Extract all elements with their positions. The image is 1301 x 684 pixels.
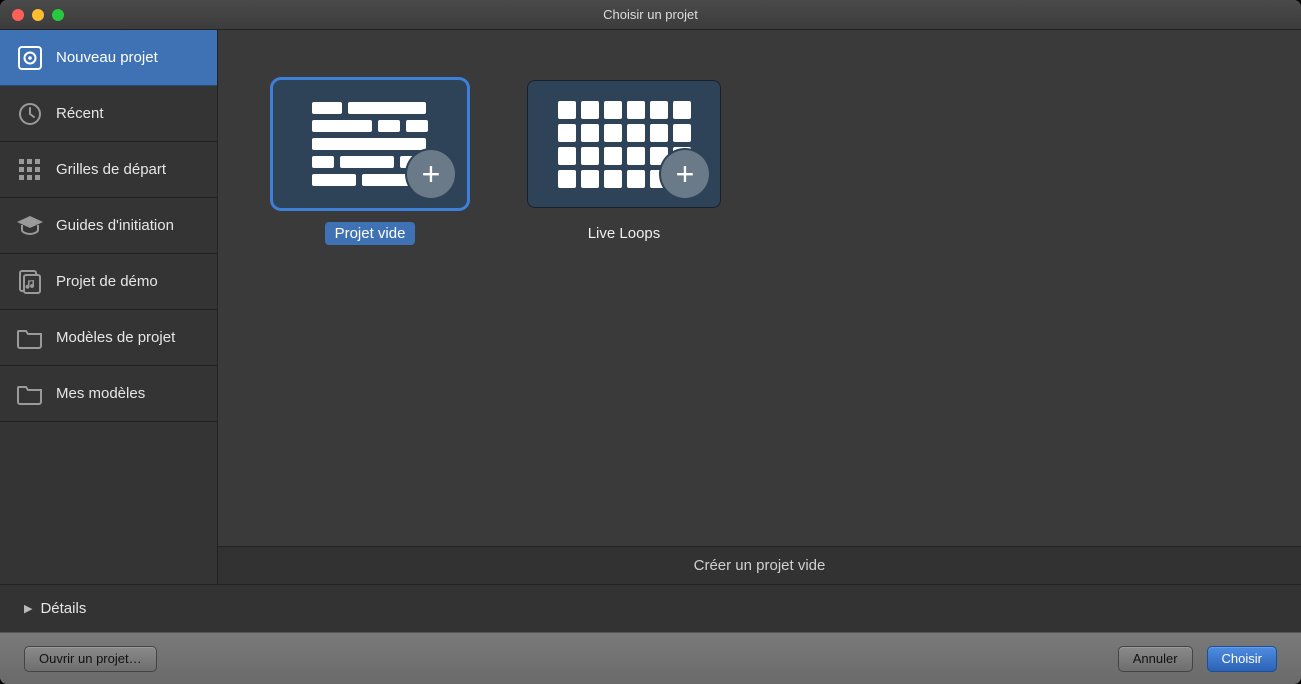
sidebar-item-label: Nouveau projet [56,49,158,66]
folder-icon [16,324,44,352]
sidebar-item-label: Projet de démo [56,273,158,290]
template-list: + Projet vide + Live Loops [218,30,1301,546]
cancel-button[interactable]: Annuler [1118,646,1193,672]
details-label: Détails [40,600,86,617]
clock-icon [16,100,44,128]
grid-icon [16,156,44,184]
graduation-cap-icon [16,212,44,240]
template-thumbnail: + [273,80,467,208]
sidebar: Nouveau projet Récent Grilles de départ [0,30,218,584]
titlebar: Choisir un projet [0,0,1301,30]
footer: Ouvrir un projet… Annuler Choisir [0,632,1301,684]
choose-button[interactable]: Choisir [1207,646,1277,672]
window-title: Choisir un projet [0,7,1301,22]
sidebar-item-label: Guides d'initiation [56,217,174,234]
plus-icon: + [661,150,709,198]
template-label: Projet vide [325,222,416,245]
sidebar-item-label: Mes modèles [56,385,145,402]
sidebar-item-demo-project[interactable]: Projet de démo [0,254,217,310]
main-area: + Projet vide + Live Loops [218,30,1301,584]
project-chooser-window: Choisir un projet Nouveau projet Récent [0,0,1301,684]
template-live-loops[interactable]: + Live Loops [527,80,721,245]
sidebar-item-label: Modèles de projet [56,329,175,346]
sidebar-item-starter-grids[interactable]: Grilles de départ [0,142,217,198]
plus-icon: + [407,150,455,198]
music-doc-icon [16,268,44,296]
sidebar-item-my-templates[interactable]: Mes modèles [0,366,217,422]
details-disclosure[interactable]: ▶ Détails [0,584,1301,632]
template-label: Live Loops [578,222,671,245]
sidebar-item-project-templates[interactable]: Modèles de projet [0,310,217,366]
template-description: Créer un projet vide [218,546,1301,584]
disk-icon [16,44,44,72]
folder-icon [16,380,44,408]
open-project-button[interactable]: Ouvrir un projet… [24,646,157,672]
sidebar-item-tutorials[interactable]: Guides d'initiation [0,198,217,254]
sidebar-item-label: Récent [56,105,104,122]
template-thumbnail: + [527,80,721,208]
template-empty-project[interactable]: + Projet vide [273,80,467,245]
sidebar-item-new-project[interactable]: Nouveau projet [0,30,217,86]
sidebar-item-label: Grilles de départ [56,161,166,178]
sidebar-item-recent[interactable]: Récent [0,86,217,142]
disclosure-triangle-icon: ▶ [24,602,32,615]
